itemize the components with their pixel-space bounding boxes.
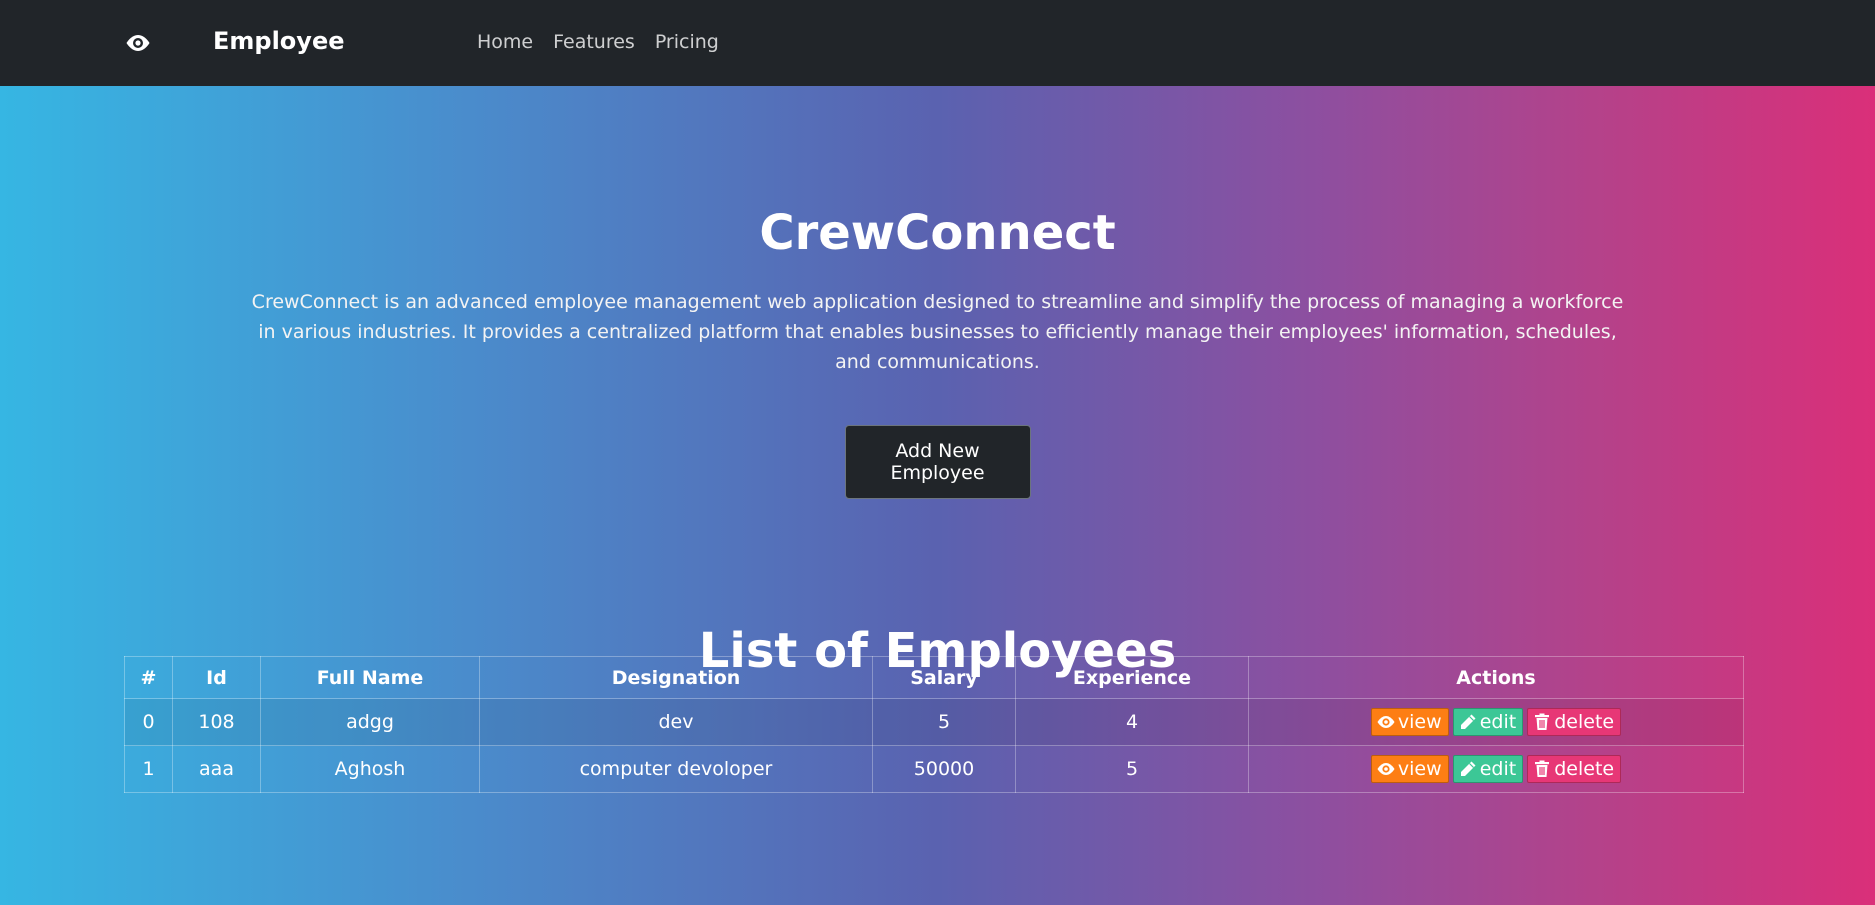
cell-full-name: adgg (260, 698, 480, 746)
hero-description: CrewConnect is an advanced employee mana… (251, 291, 1624, 373)
table-row: 0 108 adgg dev 5 4 view edit delete (124, 698, 1744, 746)
cell-index: 0 (124, 698, 173, 746)
col-header-full-name: Full Name (260, 656, 480, 699)
view-label: view (1397, 710, 1442, 733)
table-header-row: # Id Full Name Designation Salary Experi… (124, 656, 1744, 699)
edit-label: edit (1479, 757, 1517, 780)
pencil-icon (1460, 714, 1476, 729)
eye-icon (1377, 762, 1395, 775)
eye-icon[interactable] (124, 31, 152, 55)
nav-links: Home Features Pricing (477, 31, 719, 53)
edit-button[interactable]: edit (1452, 754, 1524, 783)
pencil-icon (1460, 761, 1476, 776)
cell-experience: 4 (1015, 698, 1249, 746)
brand-link[interactable]: Employee (213, 27, 345, 55)
eye-icon (1377, 715, 1395, 728)
cell-full-name: Aghosh (260, 745, 480, 793)
employee-table: # Id Full Name Designation Salary Experi… (124, 656, 1744, 793)
cell-designation: dev (479, 698, 873, 746)
col-header-salary: Salary (872, 656, 1016, 699)
add-new-employee-button[interactable]: Add New Employee (844, 425, 1031, 499)
cell-salary: 50000 (872, 745, 1016, 793)
delete-button[interactable]: delete (1527, 707, 1622, 736)
view-label: view (1397, 757, 1442, 780)
nav-features[interactable]: Features (553, 31, 635, 53)
cell-salary: 5 (872, 698, 1016, 746)
delete-label: delete (1554, 757, 1615, 780)
trash-icon (1535, 760, 1550, 777)
employee-table-container: # Id Full Name Designation Salary Experi… (124, 656, 1744, 793)
nav-pricing[interactable]: Pricing (655, 31, 719, 53)
col-header-designation: Designation (479, 656, 873, 699)
col-header-experience: Experience (1015, 656, 1249, 699)
col-header-index: # (124, 656, 173, 699)
delete-button[interactable]: delete (1527, 754, 1622, 783)
navbar: Employee Home Features Pricing (0, 0, 1875, 86)
edit-button[interactable]: edit (1452, 707, 1524, 736)
edit-label: edit (1479, 710, 1517, 733)
table-row: 1 aaa Aghosh computer devoloper 50000 5 … (124, 745, 1744, 793)
col-header-actions: Actions (1248, 656, 1744, 699)
trash-icon (1535, 713, 1550, 730)
cell-id: aaa (172, 745, 261, 793)
cell-index: 1 (124, 745, 173, 793)
view-button[interactable]: view (1370, 754, 1449, 783)
delete-label: delete (1554, 710, 1615, 733)
view-button[interactable]: view (1370, 707, 1449, 736)
cell-designation: computer devoloper (479, 745, 873, 793)
nav-home[interactable]: Home (477, 31, 533, 53)
cell-actions: view edit delete (1248, 745, 1744, 793)
cell-experience: 5 (1015, 745, 1249, 793)
col-header-id: Id (172, 656, 261, 699)
hero-section: CrewConnect CrewConnect is an advanced e… (0, 86, 1875, 675)
cell-id: 108 (172, 698, 261, 746)
hero-title: CrewConnect (759, 205, 1116, 261)
cell-actions: view edit delete (1248, 698, 1744, 746)
